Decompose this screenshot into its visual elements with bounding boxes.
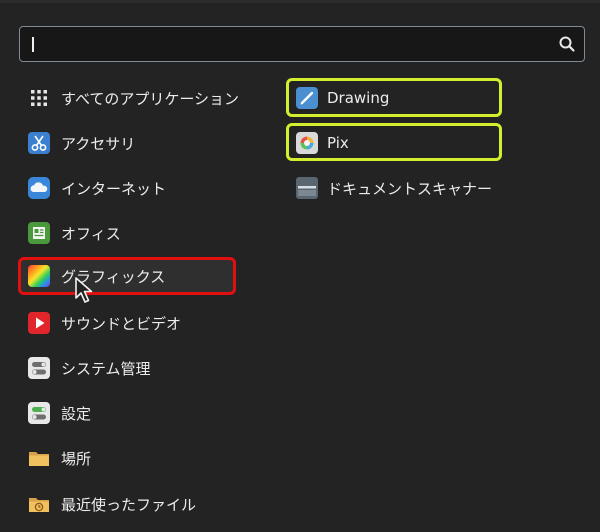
search-input[interactable] — [30, 33, 550, 55]
app-document-scanner[interactable]: ドキュメントスキャナー — [296, 171, 492, 205]
category-label: インターネット — [61, 179, 167, 198]
category-recent-files[interactable]: 最近使ったファイル — [28, 487, 196, 521]
scissors-icon — [28, 132, 50, 154]
graphics-icon — [28, 265, 50, 287]
category-internet[interactable]: インターネット — [28, 171, 166, 205]
app-label: Pix — [327, 134, 349, 152]
category-label: アクセサリ — [61, 134, 136, 153]
category-all-applications[interactable]: すべてのアプリケーション — [28, 81, 239, 115]
category-label: 場所 — [61, 449, 92, 468]
category-label: システム管理 — [61, 359, 151, 378]
category-label: 最近使ったファイル — [61, 495, 197, 514]
category-accessories[interactable]: アクセサリ — [28, 126, 135, 160]
app-label: ドキュメントスキャナー — [327, 179, 493, 198]
app-drawing[interactable]: Drawing — [296, 81, 389, 115]
category-places[interactable]: 場所 — [28, 441, 91, 475]
category-settings[interactable]: 設定 — [28, 396, 91, 430]
category-sound-video[interactable]: サウンドとビデオ — [28, 306, 181, 340]
category-label: 設定 — [61, 404, 92, 423]
folder-icon — [28, 447, 50, 469]
settings-icon — [28, 402, 50, 424]
grid-icon — [28, 87, 50, 109]
scanner-icon — [296, 177, 318, 199]
category-label: オフィス — [61, 224, 121, 243]
app-label: Drawing — [327, 89, 390, 107]
window-top-edge — [0, 0, 600, 3]
category-system-admin[interactable]: システム管理 — [28, 351, 151, 385]
play-icon — [28, 312, 50, 334]
search-bar[interactable] — [19, 26, 585, 62]
document-icon — [28, 222, 50, 244]
pix-icon — [296, 132, 318, 154]
app-pix[interactable]: Pix — [296, 126, 349, 160]
category-label: すべてのアプリケーション — [61, 89, 240, 108]
text-caret — [32, 37, 34, 52]
category-office[interactable]: オフィス — [28, 216, 121, 250]
recent-folder-icon — [28, 493, 50, 515]
cloud-icon — [28, 177, 50, 199]
toggles-icon — [28, 357, 50, 379]
category-label: サウンドとビデオ — [61, 314, 182, 333]
mouse-pointer-icon — [75, 277, 93, 303]
search-icon[interactable] — [558, 35, 576, 53]
category-graphics[interactable]: グラフィックス — [28, 259, 165, 293]
pencil-icon — [296, 87, 318, 109]
